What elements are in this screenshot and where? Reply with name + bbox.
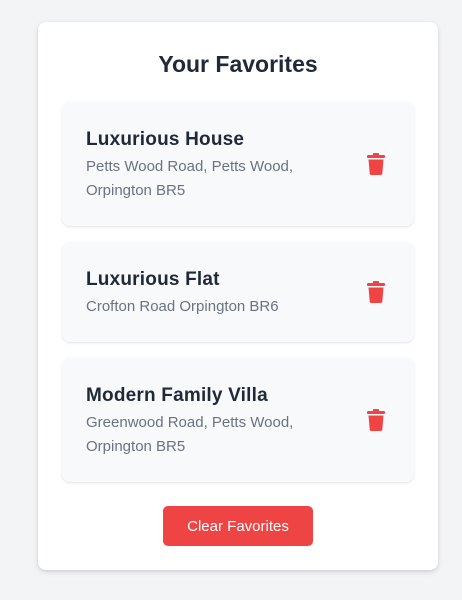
favorite-title: Modern Family Villa [86,385,268,406]
favorite-title: Luxurious Flat [86,269,220,290]
trash-icon[interactable] [367,409,385,431]
favorite-title: Luxurious House [86,129,245,150]
trash-icon[interactable] [367,281,385,303]
favorites-panel: Your Favorites Luxurious House Petts Woo… [38,22,438,570]
favorite-card[interactable]: Luxurious House Petts Wood Road, Petts W… [62,102,414,226]
panel-title: Your Favorites [158,51,318,77]
favorite-card[interactable]: Luxurious Flat Crofton Road Orpington BR… [62,242,414,342]
favorite-card[interactable]: Modern Family Villa Greenwood Road, Pett… [62,358,414,482]
trash-icon[interactable] [367,153,385,175]
favorite-address: Greenwood Road, Petts Wood, Orpington BR… [86,414,294,455]
favorite-address: Petts Wood Road, Petts Wood, Orpington B… [86,158,294,199]
clear-favorites-button[interactable]: Clear Favorites [163,506,313,546]
favorite-address: Crofton Road Orpington BR6 [86,298,279,315]
